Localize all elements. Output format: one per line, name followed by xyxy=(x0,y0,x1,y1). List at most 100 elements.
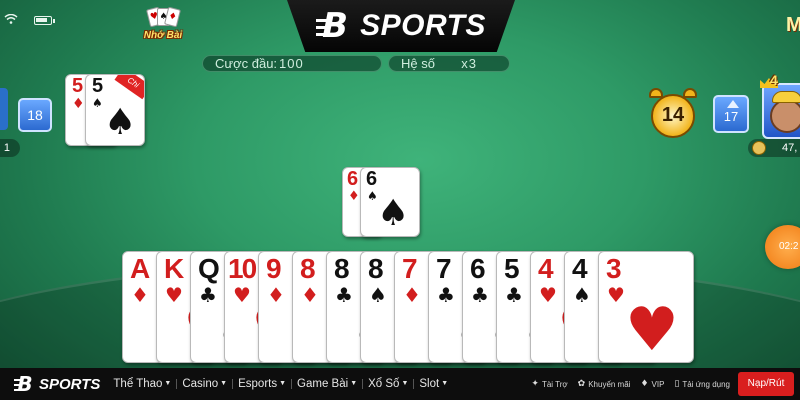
battery-icon xyxy=(34,16,55,25)
card-suit: ♥ xyxy=(607,283,625,307)
nav-menu-item[interactable]: Esports ▼ xyxy=(233,378,291,390)
card-rank: 6 xyxy=(470,253,486,284)
chi-badge: Chi xyxy=(114,75,144,100)
nav-menu-item[interactable]: Slot ▼ xyxy=(414,378,453,390)
nav-menu-label: Xổ Số xyxy=(368,378,400,390)
brand-banner: B SPORTS xyxy=(287,0,515,52)
card-rank: 7 xyxy=(436,253,452,284)
coefficient-value: x3 xyxy=(461,56,477,71)
bet-label: Cược đầu: xyxy=(215,56,278,71)
memory-cards-icon: ♥ ♠ ♦ xyxy=(140,6,186,30)
card-rank: 9 xyxy=(266,253,282,284)
right-player-avatar[interactable] xyxy=(762,83,800,139)
nav-menu-label: Thể Thao xyxy=(113,378,163,390)
corner-title-glyph: M xyxy=(786,14,800,36)
card-suit: ♣ xyxy=(505,283,523,307)
nav-utility-link[interactable]: ♦ VIP xyxy=(640,379,664,389)
card-rank: 4 xyxy=(572,253,588,284)
card-suit: ♠ xyxy=(369,283,387,307)
card-suit: ♥ xyxy=(165,283,183,307)
nav-utility-label: Khuyến mãi xyxy=(588,379,631,389)
left-played-card: 5 ♠ ♠ Chi xyxy=(85,74,145,146)
card-rank: Q xyxy=(198,253,220,284)
card-rank: 6 xyxy=(366,168,378,190)
card-big-suit: ♠ xyxy=(377,193,410,234)
nav-menu: Thể Thao ▼ Casino ▼ Esports ▼ Game Bài ▼ Xổ Số ▼ S… xyxy=(108,378,453,390)
card-suit: ♥ xyxy=(539,283,557,307)
card-rank: 5 xyxy=(92,75,104,97)
nav-menu-item[interactable]: Thể Thao ▼ xyxy=(108,378,176,390)
left-player-money: 1 xyxy=(0,139,20,157)
nav-menu-label: Game Bài xyxy=(297,378,349,390)
card-rank: 8 xyxy=(300,253,316,284)
chevron-down-icon: ▼ xyxy=(401,380,409,388)
nav-utility-link[interactable]: ✦ Tài Trợ xyxy=(531,379,567,389)
card-suit: ♦ xyxy=(131,283,149,307)
download-icon: ▯ xyxy=(674,379,680,389)
nav-menu-item[interactable]: Casino ▼ xyxy=(177,378,232,390)
card-suit: ♦ xyxy=(348,189,360,204)
card-rank: K xyxy=(164,253,185,284)
nav-utility-label: VIP xyxy=(651,379,665,389)
nav-menu-label: Esports xyxy=(238,378,278,390)
card-rank: 8 xyxy=(368,253,384,284)
card-suit: ♥ xyxy=(233,283,251,307)
memory-mini-card: ♦ xyxy=(164,6,181,28)
card-rank: 5 xyxy=(504,253,520,284)
card-rank: 5 xyxy=(72,75,84,97)
card-suit: ♣ xyxy=(335,283,353,307)
nav-logo[interactable]: B SPORTS xyxy=(14,374,100,394)
card-rank: 7 xyxy=(402,253,418,284)
memory-card-button[interactable]: ♥ ♠ ♦ Nhớ Bài xyxy=(140,6,186,46)
nav-menu-label: Slot xyxy=(419,378,440,390)
card-rank: 8 xyxy=(334,253,350,284)
nav-menu-label: Casino xyxy=(182,378,219,390)
game-table: ♥ ♠ ♦ Nhớ Bài B SPORTS Cược đầu: 100 Hệ s… xyxy=(0,0,800,368)
card-suit: ♦ xyxy=(72,96,85,112)
coefficient-label: Hệ số xyxy=(401,56,435,71)
nav-menu-item[interactable]: Xổ Số ▼ xyxy=(363,378,413,390)
nav-utility-label: Tải ứng dụng xyxy=(682,379,730,389)
card-suit: ♠ xyxy=(573,283,591,307)
card-suit: ♣ xyxy=(199,283,217,307)
sponsor-icon: ✦ xyxy=(531,379,539,389)
chevron-down-icon: ▼ xyxy=(441,380,449,388)
avatar-face xyxy=(770,99,800,133)
card-big-suit: ♥ xyxy=(625,295,679,363)
center-played-card: 6 ♠ ♠ xyxy=(360,167,420,237)
card-suit: ♣ xyxy=(437,283,455,307)
card-rank: 4 xyxy=(538,253,554,284)
card-suit: ♦ xyxy=(267,283,285,307)
memory-label: Nhớ Bài xyxy=(143,30,183,41)
card-suit: ♦ xyxy=(403,283,421,307)
chevron-down-icon: ▼ xyxy=(350,380,358,388)
nav-utility-link[interactable]: ✿ Khuyến mãi xyxy=(578,379,631,389)
card-suit: ♠ xyxy=(92,96,103,110)
deposit-withdraw-button[interactable]: Nạp/Rút xyxy=(738,372,794,396)
coefficient-info: Hệ số x3 xyxy=(388,55,510,72)
card-suit: ♦ xyxy=(301,283,319,307)
vip-level: 4 xyxy=(770,72,778,88)
card-rank: 10 xyxy=(228,253,257,284)
avatar-hat xyxy=(772,91,800,103)
left-player-avatar[interactable] xyxy=(0,88,8,130)
alarm-bell-icon xyxy=(683,88,697,98)
nav-utility-link[interactable]: ▯ Tải ứng dụng xyxy=(674,379,730,389)
nav-logo-text: SPORTS xyxy=(39,375,101,393)
wifi-icon xyxy=(4,14,18,24)
promotion-icon: ✿ xyxy=(577,379,586,389)
chevron-down-icon: ▼ xyxy=(279,380,287,388)
hand-card[interactable]: 3 ♥ ♥ xyxy=(598,251,694,363)
bottom-nav: B SPORTS Thể Thao ▼ Casino ▼ Esports ▼ Game Bà… xyxy=(0,368,800,400)
game-timer: 02:2 xyxy=(765,225,800,269)
card-rank: 3 xyxy=(606,253,622,284)
brand-logo-icon: B xyxy=(316,9,354,43)
right-player-card-count: 17 xyxy=(713,95,749,133)
card-suit: ♣ xyxy=(471,283,489,307)
card-rank: 6 xyxy=(347,168,359,190)
brand-name: SPORTS xyxy=(360,9,486,42)
nav-menu-item[interactable]: Game Bài ▼ xyxy=(292,378,362,390)
coin-icon xyxy=(752,141,766,155)
turn-countdown: 14 xyxy=(647,88,701,140)
countdown-value: 14 xyxy=(661,104,685,126)
